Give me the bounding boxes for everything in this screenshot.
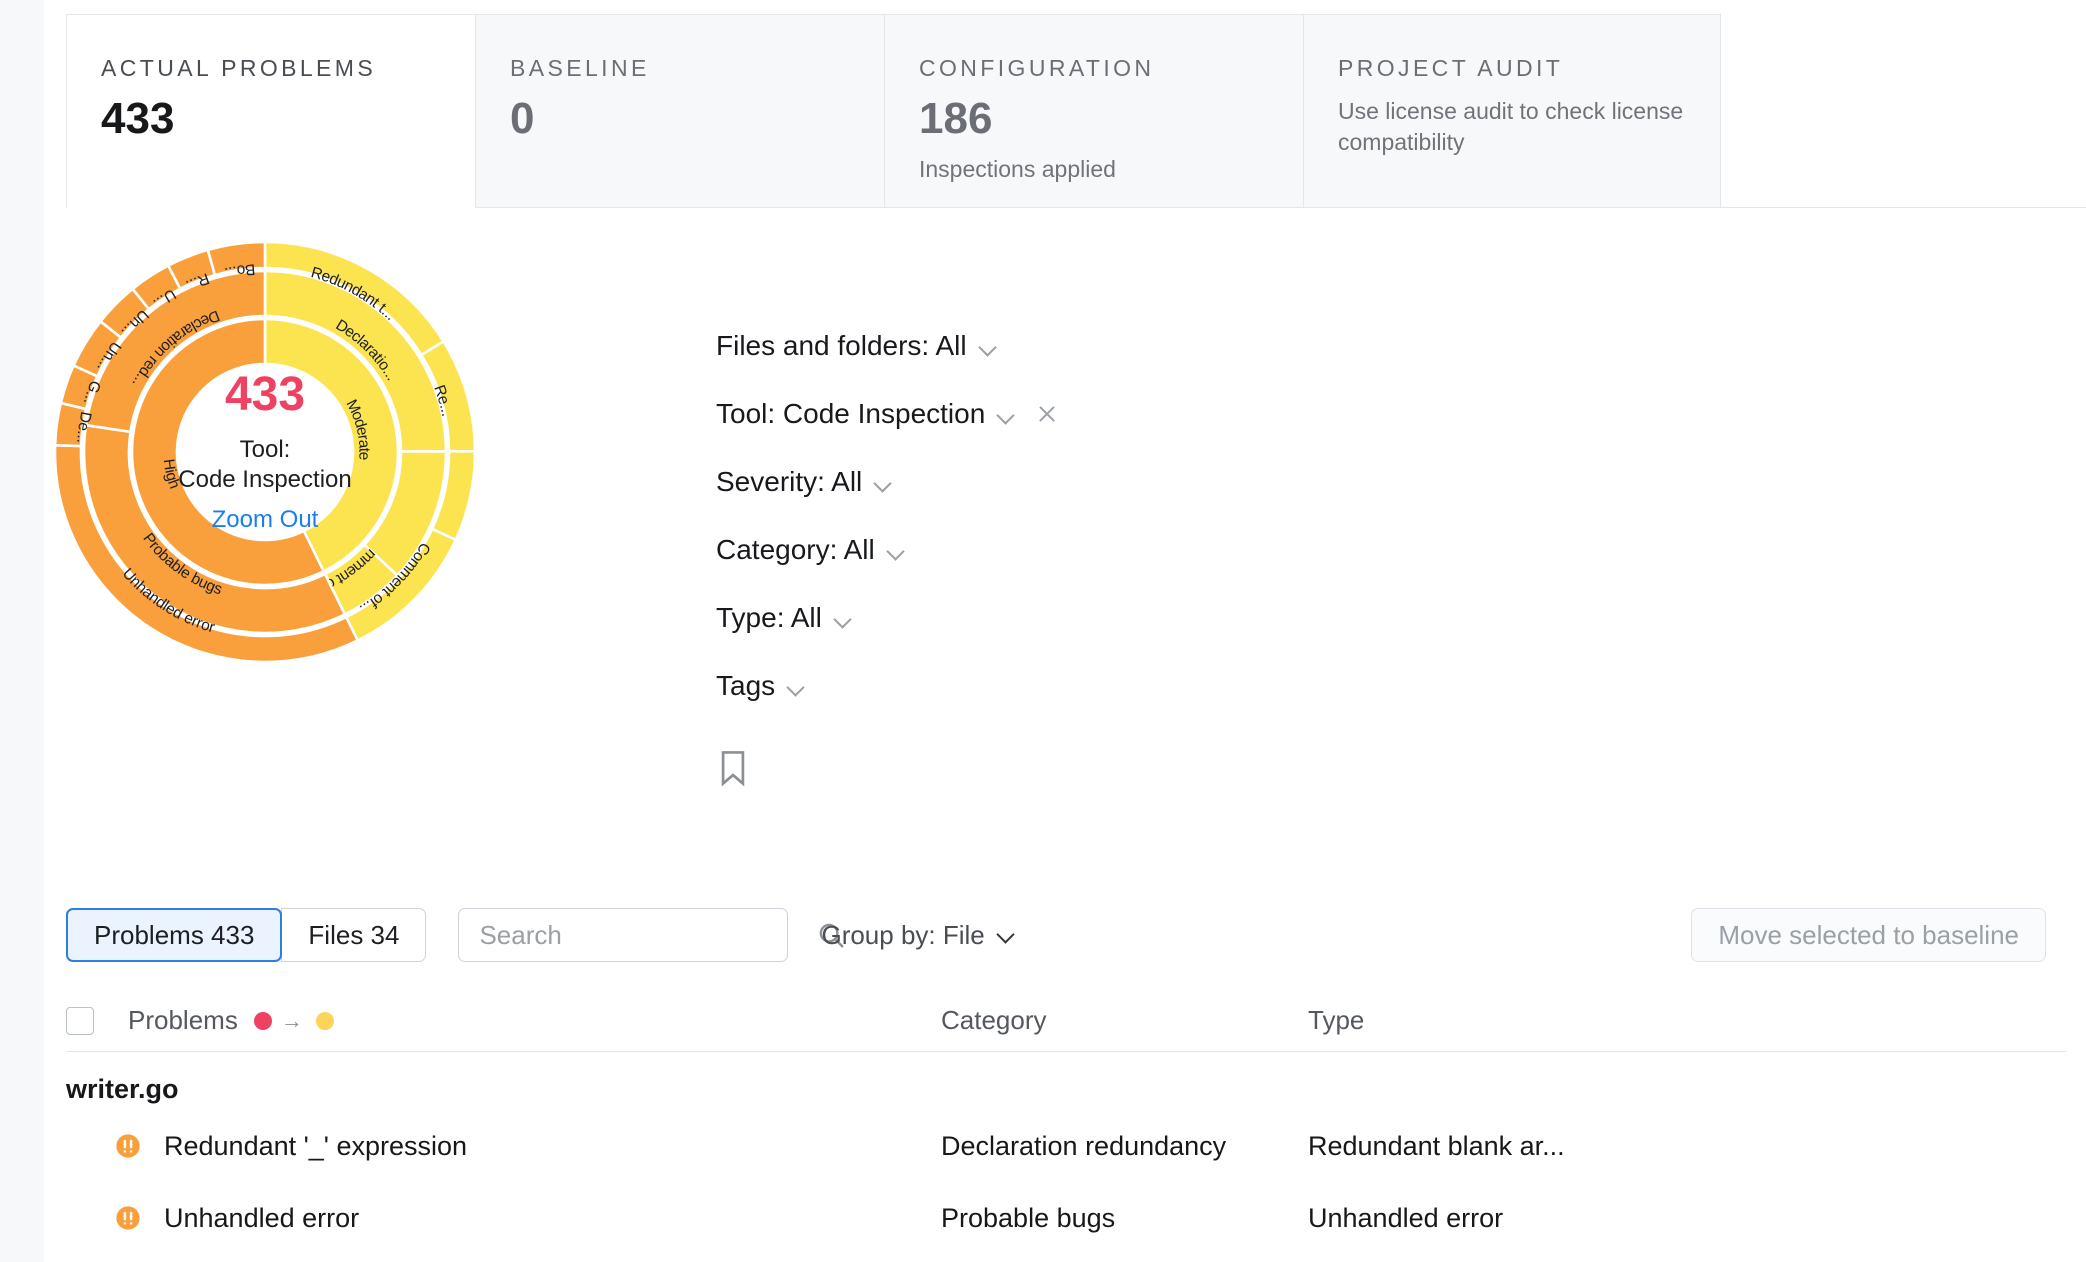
- summary-card-value: 433: [101, 96, 441, 142]
- left-gutter: [0, 0, 44, 1262]
- summary-card-label: BASELINE: [510, 55, 850, 82]
- summary-card-project-audit[interactable]: PROJECT AUDIT Use license audit to check…: [1303, 14, 1721, 208]
- table-row[interactable]: Unhandled error Probable bugs Unhandled …: [66, 1182, 2066, 1254]
- problem-name: Redundant '_' expression: [164, 1131, 467, 1162]
- summary-card-value: 0: [510, 96, 850, 142]
- summary-card-value: 186: [919, 96, 1269, 142]
- filter-label: Severity: All: [716, 466, 862, 498]
- chevron-down-icon[interactable]: [788, 681, 805, 691]
- problems-table: Problems → Category Type writer.go Redun…: [66, 990, 2066, 1254]
- zoom-out-link[interactable]: Zoom Out: [212, 506, 319, 534]
- move-selected-to-baseline-button[interactable]: Move selected to baseline: [1691, 908, 2046, 962]
- filter-tool[interactable]: Tool: Code Inspection: [716, 394, 1059, 434]
- results-toolbar: Problems 433 Files 34 Group by: File Mov…: [66, 908, 2066, 962]
- problem-category: Declaration redundancy: [941, 1131, 1226, 1162]
- sunburst-svg[interactable]: ModerateHighDeclaratio...Comment of...Pr…: [55, 242, 475, 662]
- chevron-down-icon[interactable]: [998, 409, 1015, 419]
- bookmark-icon[interactable]: [716, 748, 750, 788]
- filter-label: Type: All: [716, 602, 822, 634]
- chevron-down-icon[interactable]: [875, 477, 892, 487]
- tab-problems[interactable]: Problems 433: [66, 908, 282, 962]
- summary-card-actual-problems[interactable]: ACTUAL PROBLEMS 433: [66, 14, 476, 208]
- sunburst-ring-severity: ModerateHigh: [132, 319, 398, 585]
- filter-type[interactable]: Type: All: [716, 598, 1059, 638]
- warning-icon: [114, 1132, 142, 1160]
- problem-name: Unhandled error: [164, 1203, 359, 1234]
- filter-label: Category: All: [716, 534, 875, 566]
- table-group-header[interactable]: writer.go: [66, 1052, 2066, 1110]
- summary-card-subtitle: Use license audit to check license compa…: [1338, 96, 1686, 158]
- chevron-down-icon[interactable]: [888, 545, 905, 555]
- filter-label: Tags: [716, 670, 775, 702]
- bookmark-glyph: [716, 748, 750, 788]
- column-header-type[interactable]: Type: [1308, 1005, 1364, 1036]
- search-input[interactable]: [477, 919, 816, 952]
- severity-dot-yellow-icon: [316, 1012, 334, 1030]
- problem-type: Redundant blank ar...: [1308, 1131, 1565, 1162]
- summary-card-label: CONFIGURATION: [919, 55, 1269, 82]
- summary-card-subtitle: Inspections applied: [919, 154, 1269, 185]
- problem-category: Probable bugs: [941, 1203, 1115, 1234]
- filter-severity[interactable]: Severity: All: [716, 462, 1059, 502]
- group-file-name: writer.go: [66, 1074, 179, 1105]
- inspection-results-page: ACTUAL PROBLEMS 433 BASELINE 0 CONFIGURA…: [0, 0, 2086, 1262]
- filter-label: Files and folders: All: [716, 330, 967, 362]
- column-header-problems[interactable]: Problems →: [128, 1005, 334, 1036]
- sort-arrow-icon: →: [281, 1010, 303, 1032]
- table-header-row: Problems → Category Type: [66, 990, 2066, 1052]
- view-tabs: Problems 433 Files 34: [66, 908, 426, 962]
- filter-label: Tool: Code Inspection: [716, 398, 985, 430]
- select-all-checkbox[interactable]: [66, 1007, 94, 1035]
- sunburst-chart[interactable]: ModerateHighDeclaratio...Comment of...Pr…: [55, 242, 475, 662]
- summary-card-configuration[interactable]: CONFIGURATION 186 Inspections applied: [884, 14, 1304, 208]
- problem-type: Unhandled error: [1308, 1203, 1503, 1234]
- filter-panel: Files and folders: All Tool: Code Inspec…: [716, 326, 1059, 788]
- column-header-category[interactable]: Category: [941, 1005, 1047, 1036]
- summary-card-label: PROJECT AUDIT: [1338, 55, 1686, 82]
- table-row[interactable]: Redundant '_' expression Declaration red…: [66, 1110, 2066, 1182]
- column-header-problems-label: Problems: [128, 1005, 238, 1036]
- summary-tabs: ACTUAL PROBLEMS 433 BASELINE 0 CONFIGURA…: [66, 14, 1721, 208]
- group-by-selector[interactable]: Group by: File: [821, 920, 1014, 951]
- summary-card-label: ACTUAL PROBLEMS: [101, 55, 441, 82]
- close-icon[interactable]: [1035, 402, 1059, 426]
- group-by-label: Group by: File: [821, 920, 984, 951]
- tab-files[interactable]: Files 34: [281, 908, 426, 962]
- filter-files-and-folders[interactable]: Files and folders: All: [716, 326, 1059, 366]
- severity-dot-red-icon: [254, 1012, 272, 1030]
- filter-tags[interactable]: Tags: [716, 666, 1059, 706]
- filter-category[interactable]: Category: All: [716, 530, 1059, 570]
- chevron-down-icon[interactable]: [835, 613, 852, 623]
- search-box[interactable]: [458, 908, 788, 962]
- warning-icon: [114, 1204, 142, 1232]
- chevron-down-icon[interactable]: [998, 930, 1015, 940]
- chevron-down-icon[interactable]: [980, 341, 997, 351]
- summary-card-baseline[interactable]: BASELINE 0: [475, 14, 885, 208]
